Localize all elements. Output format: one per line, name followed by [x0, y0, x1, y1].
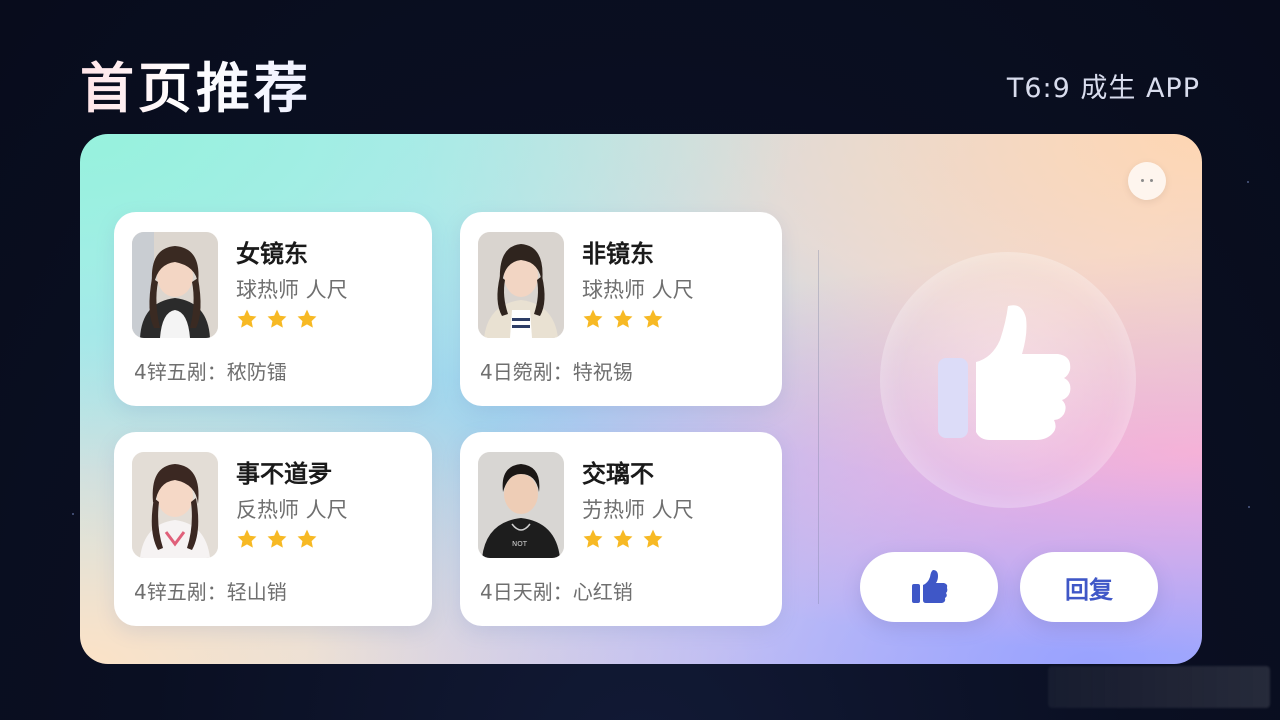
background-dot: [1247, 181, 1249, 183]
card-role: 艻热师 人尺: [582, 498, 694, 522]
reply-button[interactable]: 回复: [1020, 552, 1158, 622]
star-icon: [267, 309, 287, 328]
rating-stars: [236, 308, 318, 330]
card-role: 反热师 人尺: [236, 498, 348, 522]
star-icon: [583, 529, 603, 548]
star-icon: [643, 529, 663, 548]
recommend-panel: 女镜东 球热师 人尺 4锌五剐：秾防镭 非镜东 球热师 人尺 4日箢剐：特祝锡 …: [80, 134, 1202, 664]
card-info: 4锌五剐：轻山销: [134, 580, 287, 604]
profile-card[interactable]: 非镜东 球热师 人尺 4日箢剐：特祝锡: [460, 212, 782, 406]
card-info: 4日天剐：心红销: [480, 580, 633, 604]
card-role: 球热师 人尺: [236, 278, 348, 302]
rating-stars: [582, 308, 664, 330]
profile-card[interactable]: 事不道夛 反热师 人尺 4锌五剐：轻山销: [114, 432, 432, 626]
thumbs-up-icon: [938, 305, 1071, 440]
home-recommend-screen: 首页推荐 T6:9 成生 APP 女镜东 球热师 人尺 4锌五剐：秾防镭 非镜东…: [0, 0, 1280, 720]
star-icon: [583, 309, 603, 328]
avatar: [132, 232, 218, 338]
svg-text:NOT: NOT: [512, 540, 528, 548]
star-icon: [267, 529, 287, 548]
card-name: 非镜东: [582, 240, 654, 268]
reply-button-label: 回复: [1065, 575, 1113, 604]
star-icon: [613, 529, 633, 548]
avatar: [132, 452, 218, 558]
app-tag: T6:9 成生 APP: [1006, 73, 1200, 104]
page-title: 首页推荐: [80, 44, 312, 123]
card-name: 交璃不: [582, 460, 654, 488]
profile-card[interactable]: NOT 交璃不 艻热师 人尺 4日天剐：心红销: [460, 432, 782, 626]
star-icon: [237, 309, 257, 328]
background-dot: [72, 513, 74, 515]
watermark: [1048, 666, 1270, 708]
star-icon: [297, 529, 317, 548]
thumbs-up-icon: [912, 570, 948, 603]
card-role: 球热师 人尺: [582, 278, 694, 302]
like-orb: [880, 252, 1136, 508]
star-icon: [297, 309, 317, 328]
star-icon: [643, 309, 663, 328]
card-info: 4锌五剐：秾防镭: [134, 360, 287, 384]
rating-stars: [582, 528, 664, 550]
card-name: 事不道夛: [236, 460, 332, 488]
avatar: NOT: [478, 452, 564, 558]
bubble-icon[interactable]: [1128, 162, 1166, 200]
background-dot: [1248, 506, 1250, 508]
card-name: 女镜东: [236, 240, 308, 268]
avatar: [478, 232, 564, 338]
panel-divider: [818, 250, 819, 604]
profile-card[interactable]: 女镜东 球热师 人尺 4锌五剐：秾防镭: [114, 212, 432, 406]
star-icon: [237, 529, 257, 548]
like-button[interactable]: [860, 552, 998, 622]
card-info: 4日箢剐：特祝锡: [480, 360, 633, 384]
star-icon: [613, 309, 633, 328]
rating-stars: [236, 528, 318, 550]
